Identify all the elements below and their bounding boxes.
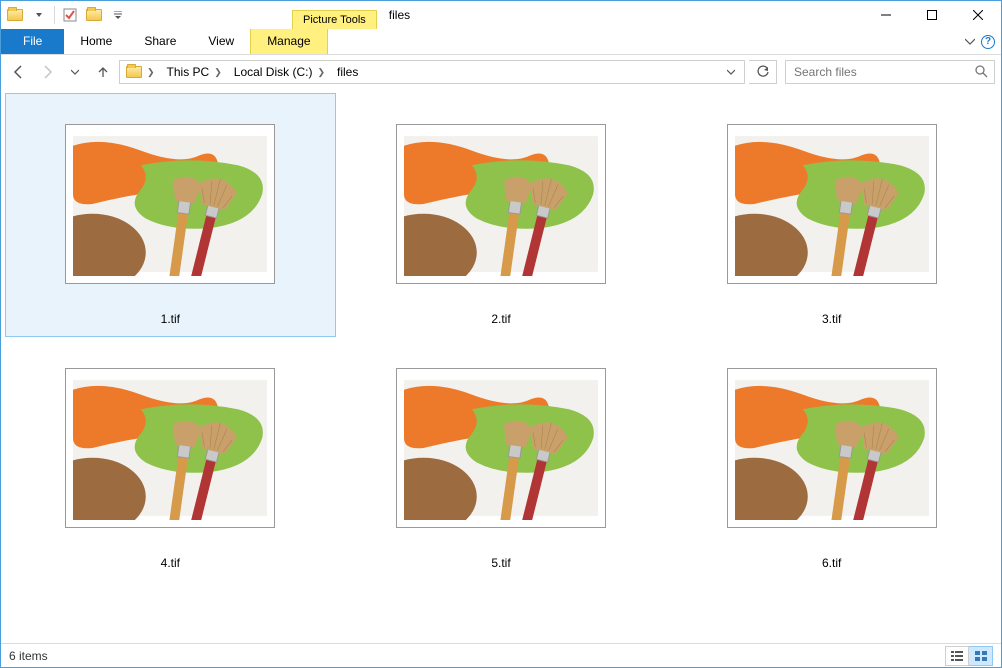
- file-item[interactable]: 5.tif: [336, 337, 667, 581]
- recent-locations-dropdown[interactable]: [63, 60, 87, 84]
- breadcrumb-label: files: [337, 65, 358, 79]
- ribbon-tab-share[interactable]: Share: [128, 29, 192, 54]
- status-bar: 6 items: [1, 643, 1001, 667]
- ribbon-tabs: File Home Share View Manage ?: [1, 29, 1001, 55]
- quick-access-toolbar: [1, 1, 132, 29]
- context-tab-label: Picture Tools: [292, 10, 377, 29]
- thumbnail-image: [73, 376, 267, 520]
- file-name-label: 2.tif: [491, 312, 510, 326]
- breadcrumb-label: Local Disk (C:): [234, 65, 313, 79]
- close-button[interactable]: [955, 1, 1001, 29]
- file-item[interactable]: 2.tif: [336, 93, 667, 337]
- breadcrumb-files[interactable]: files: [333, 61, 362, 83]
- thumbnail-frame: [727, 124, 937, 284]
- file-name-label: 1.tif: [161, 312, 180, 326]
- breadcrumb-local-disk[interactable]: Local Disk (C:) ❯: [230, 61, 331, 83]
- new-folder-icon[interactable]: [83, 4, 105, 26]
- file-name-label: 5.tif: [491, 556, 510, 570]
- context-tab-header: Picture Tools: [292, 1, 377, 29]
- separator: [54, 6, 55, 24]
- folder-icon: [126, 66, 142, 78]
- ribbon-tab-home[interactable]: Home: [64, 29, 128, 54]
- file-name-label: 4.tif: [161, 556, 180, 570]
- qat-customize-dropdown[interactable]: [107, 4, 129, 26]
- file-name-label: 3.tif: [822, 312, 841, 326]
- title-bar: Picture Tools files: [1, 1, 1001, 29]
- minimize-button[interactable]: [863, 1, 909, 29]
- address-bar[interactable]: ❯ This PC ❯ Local Disk (C:) ❯ files: [119, 60, 745, 84]
- address-dropdown-icon[interactable]: [720, 61, 742, 83]
- ribbon-tab-file[interactable]: File: [1, 29, 64, 54]
- maximize-button[interactable]: [909, 1, 955, 29]
- thumbnails-view-button[interactable]: [969, 646, 993, 666]
- file-item[interactable]: 3.tif: [666, 93, 997, 337]
- file-item[interactable]: 4.tif: [5, 337, 336, 581]
- refresh-button[interactable]: [749, 60, 777, 84]
- up-button[interactable]: [91, 60, 115, 84]
- navigation-bar: ❯ This PC ❯ Local Disk (C:) ❯ files: [1, 55, 1001, 89]
- properties-checkbox-icon[interactable]: [59, 4, 81, 26]
- search-icon: [974, 64, 988, 81]
- thumbnail-image: [404, 132, 598, 276]
- thumbnail-frame: [727, 368, 937, 528]
- search-input[interactable]: [792, 64, 974, 80]
- breadcrumb-root[interactable]: ❯: [122, 61, 161, 83]
- thumbnail-image: [735, 376, 929, 520]
- explorer-window: Picture Tools files File Home Share View…: [0, 0, 1002, 668]
- chevron-right-icon[interactable]: ❯: [145, 67, 157, 78]
- window-title: files: [377, 1, 422, 29]
- window-controls: [863, 1, 1001, 29]
- thumbnail-image: [73, 132, 267, 276]
- ribbon-expand-icon[interactable]: [965, 35, 975, 49]
- breadcrumb-label: This PC: [167, 65, 210, 79]
- thumbnail-frame: [65, 368, 275, 528]
- view-mode-toggle: [945, 646, 993, 666]
- thumbnail-frame: [396, 124, 606, 284]
- file-item[interactable]: 1.tif: [5, 93, 336, 337]
- chevron-right-icon[interactable]: ❯: [315, 67, 327, 78]
- content-area[interactable]: 1.tif 2.tif 3.tif 4.tif 5.tif 6.tif: [1, 89, 1001, 643]
- ribbon-tab-view[interactable]: View: [192, 29, 250, 54]
- items-grid: 1.tif 2.tif 3.tif 4.tif 5.tif 6.tif: [5, 93, 997, 581]
- chevron-right-icon[interactable]: ❯: [212, 67, 224, 78]
- thumbnail-image: [735, 132, 929, 276]
- thumbnail-frame: [65, 124, 275, 284]
- ribbon-tab-manage[interactable]: Manage: [250, 29, 327, 54]
- breadcrumb-this-pc[interactable]: This PC ❯: [163, 61, 228, 83]
- qat-dropdown[interactable]: [28, 4, 50, 26]
- search-box[interactable]: [785, 60, 995, 84]
- thumbnail-frame: [396, 368, 606, 528]
- forward-button[interactable]: [35, 60, 59, 84]
- item-count: 6 items: [9, 649, 48, 663]
- thumbnail-image: [404, 376, 598, 520]
- file-name-label: 6.tif: [822, 556, 841, 570]
- file-item[interactable]: 6.tif: [666, 337, 997, 581]
- back-button[interactable]: [7, 60, 31, 84]
- help-icon[interactable]: ?: [981, 35, 995, 49]
- folder-icon[interactable]: [4, 4, 26, 26]
- details-view-button[interactable]: [945, 646, 969, 666]
